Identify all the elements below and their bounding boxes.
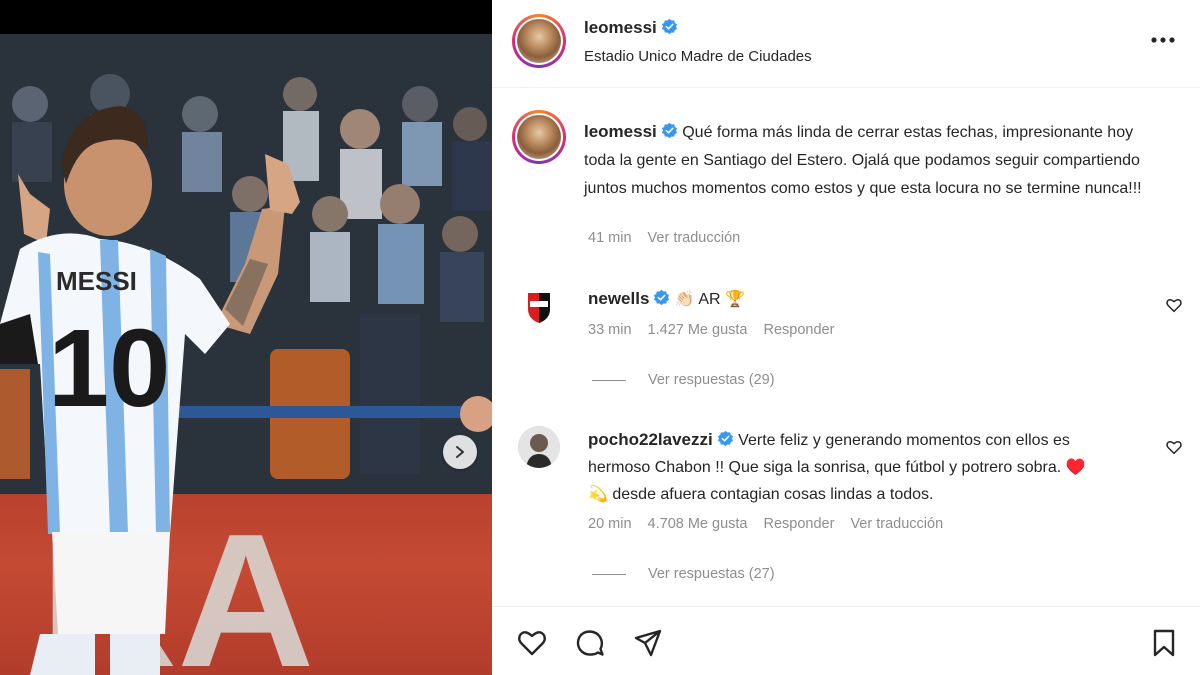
comment-like-heart-icon[interactable] bbox=[1165, 438, 1183, 456]
player-figure: MESSI 10 bbox=[0, 106, 300, 675]
comment-reply-button[interactable]: Responder bbox=[764, 516, 835, 532]
comment-meta: 33 min 1.427 Me gusta Responder bbox=[588, 322, 850, 338]
newells-crest-icon bbox=[528, 293, 550, 323]
comment-pocho22lavezzi: pocho22lavezzi Verte feliz y generando m… bbox=[588, 426, 1088, 508]
author-name-row: leomessi bbox=[584, 18, 678, 38]
post-photo[interactable]: RA MESSI 10 bbox=[0, 34, 492, 675]
paper-plane-icon[interactable] bbox=[632, 627, 664, 659]
comment-icon[interactable] bbox=[574, 627, 606, 659]
comment-reply-button[interactable]: Responder bbox=[764, 322, 835, 338]
verified-badge-icon bbox=[654, 289, 670, 306]
view-replies-button[interactable]: Ver respuestas (27) bbox=[592, 566, 775, 582]
comment-username[interactable]: pocho22lavezzi bbox=[588, 430, 713, 449]
caption-author-avatar[interactable] bbox=[512, 110, 566, 164]
post-header: leomessi Estadio Unico Madre de Ciudades bbox=[492, 0, 1200, 88]
heart-icon[interactable] bbox=[516, 627, 548, 659]
comment-avatar-newells[interactable] bbox=[518, 285, 560, 327]
next-image-button[interactable] bbox=[443, 435, 477, 469]
verified-badge-icon bbox=[717, 430, 733, 447]
comment-likes[interactable]: 1.427 Me gusta bbox=[648, 322, 748, 338]
more-options-icon[interactable] bbox=[1148, 30, 1178, 50]
caption-meta: 41 min Ver traducción bbox=[588, 230, 756, 246]
post-action-bar bbox=[492, 606, 1200, 675]
bookmark-icon[interactable] bbox=[1148, 627, 1180, 659]
avatar-photo bbox=[518, 426, 560, 468]
comment-avatar-pocho22lavezzi[interactable] bbox=[518, 426, 560, 468]
comment-username[interactable]: newells bbox=[588, 289, 649, 308]
verified-badge-icon bbox=[661, 122, 677, 139]
author-username[interactable]: leomessi bbox=[584, 18, 657, 37]
comment-likes[interactable]: 4.708 Me gusta bbox=[648, 516, 748, 532]
verified-badge-icon bbox=[661, 18, 677, 35]
svg-text:10: 10 bbox=[48, 307, 170, 430]
view-replies-label: Ver respuestas (27) bbox=[648, 566, 775, 582]
comment-timestamp[interactable]: 33 min bbox=[588, 322, 632, 338]
post-location[interactable]: Estadio Unico Madre de Ciudades bbox=[584, 48, 812, 65]
comment-newells: newells 👏🏻 AR 🏆 bbox=[588, 285, 1088, 313]
post-caption: leomessi Qué forma más linda de cerrar e… bbox=[584, 118, 1144, 203]
comment-text: 👏🏻 AR 🏆 bbox=[674, 291, 745, 308]
svg-text:MESSI: MESSI bbox=[56, 266, 137, 296]
comment-translate-link[interactable]: Ver traducción bbox=[850, 516, 943, 532]
comment-timestamp[interactable]: 20 min bbox=[588, 516, 632, 532]
view-replies-button[interactable]: Ver respuestas (29) bbox=[592, 372, 775, 388]
caption-translate-link[interactable]: Ver traducción bbox=[648, 230, 741, 246]
comment-meta: 20 min 4.708 Me gusta Responder Ver traducc… bbox=[588, 516, 959, 532]
author-avatar[interactable] bbox=[512, 14, 566, 68]
post-media: RA MESSI 10 bbox=[0, 0, 492, 675]
caption-author-username[interactable]: leomessi bbox=[584, 122, 657, 141]
view-replies-label: Ver respuestas (29) bbox=[648, 372, 775, 388]
post-sidebar: leomessi Estadio Unico Madre de Ciudades… bbox=[492, 0, 1200, 675]
caption-timestamp[interactable]: 41 min bbox=[588, 230, 632, 246]
chevron-right-icon bbox=[456, 446, 464, 458]
comment-like-heart-icon[interactable] bbox=[1165, 296, 1183, 314]
